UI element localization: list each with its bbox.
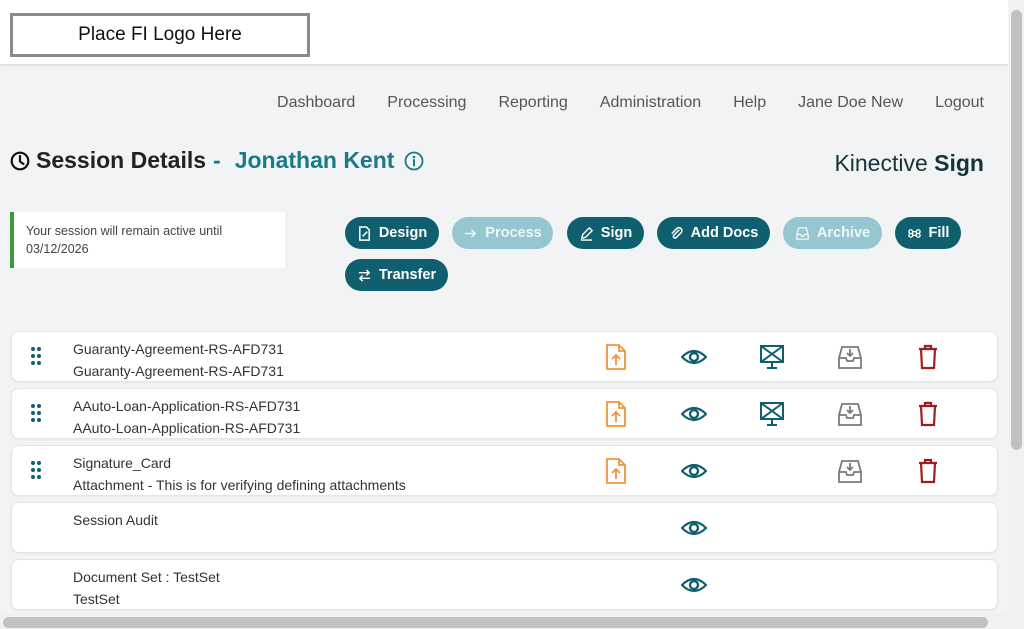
logo-text: Place FI Logo Here: [78, 24, 242, 45]
view-eye-icon[interactable]: [681, 571, 707, 599]
sign-button-label: Sign: [600, 225, 633, 241]
process-button[interactable]: Process: [452, 217, 553, 249]
view-eye-icon[interactable]: [681, 400, 707, 428]
document-subtitle: AAuto-Loan-Application-RS-AFD731: [73, 420, 301, 436]
document-row: Guaranty-Agreement-RS-AFD731 Guaranty-Ag…: [11, 331, 998, 382]
nav-dashboard[interactable]: Dashboard: [277, 94, 355, 112]
main-nav: Dashboard Processing Reporting Administr…: [245, 94, 984, 112]
process-button-label: Process: [485, 225, 542, 241]
archive-tray-icon[interactable]: [837, 400, 863, 428]
drag-handle-icon[interactable]: [29, 403, 43, 423]
paperclip-icon: [670, 226, 683, 239]
fill-button[interactable]: Fill: [895, 217, 961, 249]
design-button[interactable]: Design: [345, 217, 439, 249]
archive-tray-icon[interactable]: [837, 457, 863, 485]
document-subtitle: Attachment - This is for verifying defin…: [73, 477, 406, 493]
add-docs-button[interactable]: Add Docs: [657, 217, 770, 249]
brand-bold: Sign: [934, 150, 984, 176]
archive-tray-icon: [796, 226, 809, 240]
archive-button-label: Archive: [816, 225, 871, 241]
nav-administration[interactable]: Administration: [600, 94, 701, 112]
upload-file-icon[interactable]: [603, 457, 629, 485]
add-docs-button-label: Add Docs: [690, 225, 759, 241]
document-row: Session Audit: [11, 502, 998, 553]
document-row: AAuto-Loan-Application-RS-AFD731 AAuto-L…: [11, 388, 998, 439]
nav-reporting[interactable]: Reporting: [498, 94, 567, 112]
pen-icon: [580, 226, 593, 241]
vertical-scrollbar-thumb[interactable]: [1011, 10, 1022, 450]
drag-handle-icon[interactable]: [29, 346, 43, 366]
nav-logout[interactable]: Logout: [935, 94, 984, 112]
fill-button-label: Fill: [928, 225, 950, 241]
document-subtitle: TestSet: [73, 591, 120, 607]
document-subtitle: Guaranty-Agreement-RS-AFD731: [73, 363, 284, 379]
archive-tray-icon[interactable]: [837, 343, 863, 371]
transfer-arrows-icon: [358, 268, 371, 282]
kinective-sign-logo: Kinective Sign: [834, 150, 984, 177]
document-name: Guaranty-Agreement-RS-AFD731: [73, 341, 284, 357]
transfer-button[interactable]: Transfer: [345, 259, 448, 291]
session-expiry-date: 03/12/2026: [26, 242, 89, 256]
document-row: Signature_Card Attachment - This is for …: [11, 445, 998, 496]
document-name: AAuto-Loan-Application-RS-AFD731: [73, 398, 301, 414]
fi-logo-placeholder: Place FI Logo Here: [10, 13, 310, 57]
document-name: Signature_Card: [73, 455, 172, 471]
session-note-text: Your session will remain active until: [26, 224, 223, 238]
arrow-right-icon: [465, 228, 477, 238]
esign-monitor-icon[interactable]: [759, 400, 785, 428]
delete-trash-icon[interactable]: [915, 400, 941, 428]
document-edit-icon: [358, 225, 370, 241]
nav-user-menu[interactable]: Jane Doe New: [798, 94, 903, 112]
horizontal-scrollbar-thumb[interactable]: [3, 617, 988, 628]
document-name: Session Audit: [73, 512, 158, 528]
top-bar: Place FI Logo Here: [0, 0, 1008, 64]
design-button-label: Design: [378, 225, 428, 241]
brand-prefix: Kinective: [834, 150, 935, 176]
info-icon[interactable]: [404, 151, 424, 171]
page-title-text: Session Details: [36, 147, 207, 173]
nav-processing[interactable]: Processing: [387, 94, 466, 112]
view-eye-icon[interactable]: [681, 514, 707, 542]
document-name: Document Set : TestSet: [73, 569, 220, 585]
customer-name: Jonathan Kent: [234, 147, 395, 173]
session-expiry-note: Your session will remain active until 03…: [10, 212, 285, 268]
nav-help[interactable]: Help: [733, 94, 766, 112]
view-eye-icon[interactable]: [681, 457, 707, 485]
clock-icon: [10, 151, 30, 170]
drag-handle-icon[interactable]: [29, 460, 43, 480]
sign-button[interactable]: Sign: [567, 217, 644, 249]
archive-button[interactable]: Archive: [783, 217, 882, 249]
transfer-button-label: Transfer: [378, 267, 437, 283]
command-icon: [907, 228, 921, 238]
upload-file-icon[interactable]: [603, 343, 629, 371]
upload-file-icon[interactable]: [603, 400, 629, 428]
title-separator: -: [213, 147, 221, 173]
view-eye-icon[interactable]: [681, 343, 707, 371]
page-title: Session Details - Jonathan Kent: [10, 147, 424, 174]
document-row: Document Set : TestSet TestSet: [11, 559, 998, 610]
delete-trash-icon[interactable]: [915, 457, 941, 485]
delete-trash-icon[interactable]: [915, 343, 941, 371]
esign-monitor-icon[interactable]: [759, 343, 785, 371]
